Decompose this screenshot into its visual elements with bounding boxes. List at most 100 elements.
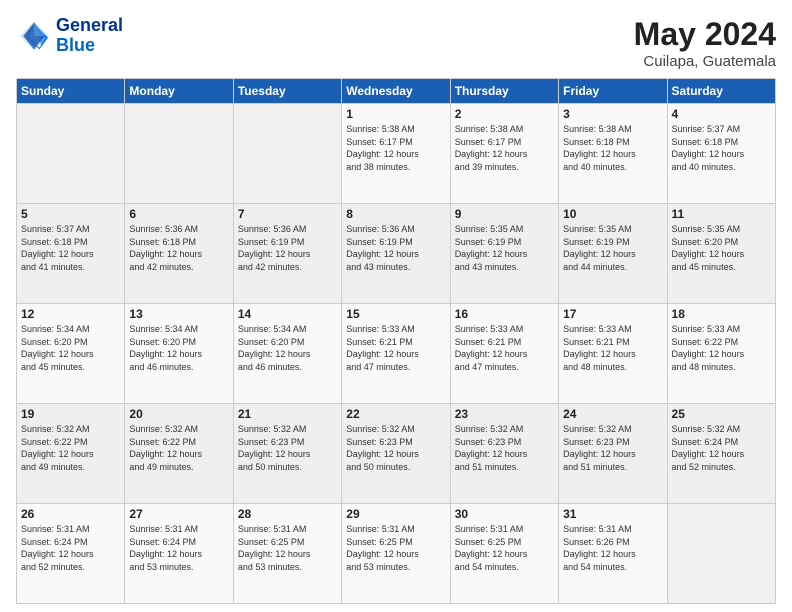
day-info: Sunrise: 5:34 AM Sunset: 6:20 PM Dayligh… bbox=[21, 323, 120, 373]
calendar-cell: 2 Sunrise: 5:38 AM Sunset: 6:17 PM Daylig… bbox=[450, 104, 558, 204]
day-number: 15 bbox=[346, 307, 445, 321]
day-info: Sunrise: 5:33 AM Sunset: 6:21 PM Dayligh… bbox=[346, 323, 445, 373]
day-number: 12 bbox=[21, 307, 120, 321]
day-number: 4 bbox=[672, 107, 771, 121]
day-info: Sunrise: 5:33 AM Sunset: 6:21 PM Dayligh… bbox=[455, 323, 554, 373]
day-number: 1 bbox=[346, 107, 445, 121]
day-info: Sunrise: 5:31 AM Sunset: 6:25 PM Dayligh… bbox=[455, 523, 554, 573]
calendar-cell: 26 Sunrise: 5:31 AM Sunset: 6:24 PM Dayli… bbox=[17, 504, 125, 604]
calendar-cell: 19 Sunrise: 5:32 AM Sunset: 6:22 PM Dayli… bbox=[17, 404, 125, 504]
calendar-body: 1 Sunrise: 5:38 AM Sunset: 6:17 PM Daylig… bbox=[17, 104, 776, 604]
day-info: Sunrise: 5:32 AM Sunset: 6:22 PM Dayligh… bbox=[21, 423, 120, 473]
calendar-header: Sunday Monday Tuesday Wednesday Thursday… bbox=[17, 79, 776, 104]
logo: General Blue bbox=[16, 16, 123, 56]
day-number: 14 bbox=[238, 307, 337, 321]
day-info: Sunrise: 5:31 AM Sunset: 6:24 PM Dayligh… bbox=[21, 523, 120, 573]
month-year: May 2024 bbox=[634, 16, 776, 53]
calendar-cell: 17 Sunrise: 5:33 AM Sunset: 6:21 PM Dayli… bbox=[559, 304, 667, 404]
calendar-cell: 7 Sunrise: 5:36 AM Sunset: 6:19 PM Daylig… bbox=[233, 204, 341, 304]
day-info: Sunrise: 5:32 AM Sunset: 6:23 PM Dayligh… bbox=[238, 423, 337, 473]
calendar-cell: 21Sunrise: 5:32 AM Sunset: 6:23 PM Dayli… bbox=[233, 404, 341, 504]
col-friday: Friday bbox=[559, 79, 667, 104]
week-row-2: 5 Sunrise: 5:37 AM Sunset: 6:18 PM Daylig… bbox=[17, 204, 776, 304]
day-number: 11 bbox=[672, 207, 771, 221]
calendar-cell: 24 Sunrise: 5:32 AM Sunset: 6:23 PM Dayli… bbox=[559, 404, 667, 504]
day-number: 8 bbox=[346, 207, 445, 221]
day-number: 24 bbox=[563, 407, 662, 421]
calendar-cell: 3Sunrise: 5:38 AM Sunset: 6:18 PM Daylig… bbox=[559, 104, 667, 204]
day-number: 23 bbox=[455, 407, 554, 421]
day-number: 26 bbox=[21, 507, 120, 521]
day-number: 20 bbox=[129, 407, 228, 421]
calendar-cell: 8 Sunrise: 5:36 AM Sunset: 6:19 PM Daylig… bbox=[342, 204, 450, 304]
calendar-cell: 10 Sunrise: 5:35 AM Sunset: 6:19 PM Dayli… bbox=[559, 204, 667, 304]
calendar-cell: 9Sunrise: 5:35 AM Sunset: 6:19 PM Daylig… bbox=[450, 204, 558, 304]
day-number: 7 bbox=[238, 207, 337, 221]
calendar-cell: 28 Sunrise: 5:31 AM Sunset: 6:25 PM Dayli… bbox=[233, 504, 341, 604]
day-info: Sunrise: 5:32 AM Sunset: 6:23 PM Dayligh… bbox=[563, 423, 662, 473]
calendar-cell: 12 Sunrise: 5:34 AM Sunset: 6:20 PM Dayli… bbox=[17, 304, 125, 404]
calendar-table: Sunday Monday Tuesday Wednesday Thursday… bbox=[16, 78, 776, 604]
day-info: Sunrise: 5:35 AM Sunset: 6:20 PM Dayligh… bbox=[672, 223, 771, 273]
week-row-1: 1 Sunrise: 5:38 AM Sunset: 6:17 PM Daylig… bbox=[17, 104, 776, 204]
calendar-cell: 16Sunrise: 5:33 AM Sunset: 6:21 PM Dayli… bbox=[450, 304, 558, 404]
day-number: 29 bbox=[346, 507, 445, 521]
title-block: May 2024 Cuilapa, Guatemala bbox=[634, 16, 776, 70]
day-info: Sunrise: 5:37 AM Sunset: 6:18 PM Dayligh… bbox=[672, 123, 771, 173]
week-row-4: 19 Sunrise: 5:32 AM Sunset: 6:22 PM Dayli… bbox=[17, 404, 776, 504]
calendar-cell: 23 Sunrise: 5:32 AM Sunset: 6:23 PM Dayli… bbox=[450, 404, 558, 504]
day-info: Sunrise: 5:35 AM Sunset: 6:19 PM Dayligh… bbox=[563, 223, 662, 273]
day-number: 9 bbox=[455, 207, 554, 221]
calendar-cell: 31Sunrise: 5:31 AM Sunset: 6:26 PM Dayli… bbox=[559, 504, 667, 604]
calendar-cell: 20 Sunrise: 5:32 AM Sunset: 6:22 PM Dayli… bbox=[125, 404, 233, 504]
day-info: Sunrise: 5:32 AM Sunset: 6:22 PM Dayligh… bbox=[129, 423, 228, 473]
day-info: Sunrise: 5:38 AM Sunset: 6:17 PM Dayligh… bbox=[346, 123, 445, 173]
calendar-cell: 22Sunrise: 5:32 AM Sunset: 6:23 PM Dayli… bbox=[342, 404, 450, 504]
week-row-3: 12 Sunrise: 5:34 AM Sunset: 6:20 PM Dayli… bbox=[17, 304, 776, 404]
calendar-cell bbox=[667, 504, 775, 604]
calendar-cell bbox=[17, 104, 125, 204]
calendar-cell: 1 Sunrise: 5:38 AM Sunset: 6:17 PM Daylig… bbox=[342, 104, 450, 204]
location: Cuilapa, Guatemala bbox=[634, 53, 776, 70]
logo-general: General bbox=[56, 16, 123, 36]
day-number: 10 bbox=[563, 207, 662, 221]
day-number: 2 bbox=[455, 107, 554, 121]
day-info: Sunrise: 5:33 AM Sunset: 6:21 PM Dayligh… bbox=[563, 323, 662, 373]
page: General Blue May 2024 Cuilapa, Guatemala… bbox=[0, 0, 792, 612]
day-info: Sunrise: 5:33 AM Sunset: 6:22 PM Dayligh… bbox=[672, 323, 771, 373]
day-number: 25 bbox=[672, 407, 771, 421]
day-info: Sunrise: 5:31 AM Sunset: 6:24 PM Dayligh… bbox=[129, 523, 228, 573]
calendar-cell bbox=[233, 104, 341, 204]
col-monday: Monday bbox=[125, 79, 233, 104]
col-wednesday: Wednesday bbox=[342, 79, 450, 104]
logo-icon bbox=[16, 18, 52, 54]
calendar-cell: 15 Sunrise: 5:33 AM Sunset: 6:21 PM Dayli… bbox=[342, 304, 450, 404]
day-info: Sunrise: 5:32 AM Sunset: 6:23 PM Dayligh… bbox=[455, 423, 554, 473]
logo-text: General Blue bbox=[56, 16, 123, 56]
day-number: 22 bbox=[346, 407, 445, 421]
calendar-cell bbox=[125, 104, 233, 204]
calendar-cell: 13Sunrise: 5:34 AM Sunset: 6:20 PM Dayli… bbox=[125, 304, 233, 404]
day-number: 17 bbox=[563, 307, 662, 321]
day-number: 28 bbox=[238, 507, 337, 521]
day-number: 30 bbox=[455, 507, 554, 521]
header: General Blue May 2024 Cuilapa, Guatemala bbox=[16, 16, 776, 70]
day-info: Sunrise: 5:36 AM Sunset: 6:19 PM Dayligh… bbox=[346, 223, 445, 273]
logo-blue: Blue bbox=[56, 36, 123, 56]
week-row-5: 26 Sunrise: 5:31 AM Sunset: 6:24 PM Dayli… bbox=[17, 504, 776, 604]
day-number: 31 bbox=[563, 507, 662, 521]
calendar-cell: 6Sunrise: 5:36 AM Sunset: 6:18 PM Daylig… bbox=[125, 204, 233, 304]
day-info: Sunrise: 5:38 AM Sunset: 6:17 PM Dayligh… bbox=[455, 123, 554, 173]
day-info: Sunrise: 5:37 AM Sunset: 6:18 PM Dayligh… bbox=[21, 223, 120, 273]
day-number: 6 bbox=[129, 207, 228, 221]
day-info: Sunrise: 5:32 AM Sunset: 6:24 PM Dayligh… bbox=[672, 423, 771, 473]
day-number: 5 bbox=[21, 207, 120, 221]
day-info: Sunrise: 5:36 AM Sunset: 6:19 PM Dayligh… bbox=[238, 223, 337, 273]
day-number: 19 bbox=[21, 407, 120, 421]
day-info: Sunrise: 5:31 AM Sunset: 6:25 PM Dayligh… bbox=[346, 523, 445, 573]
col-sunday: Sunday bbox=[17, 79, 125, 104]
day-number: 18 bbox=[672, 307, 771, 321]
calendar-cell: 27Sunrise: 5:31 AM Sunset: 6:24 PM Dayli… bbox=[125, 504, 233, 604]
day-info: Sunrise: 5:31 AM Sunset: 6:25 PM Dayligh… bbox=[238, 523, 337, 573]
day-info: Sunrise: 5:38 AM Sunset: 6:18 PM Dayligh… bbox=[563, 123, 662, 173]
